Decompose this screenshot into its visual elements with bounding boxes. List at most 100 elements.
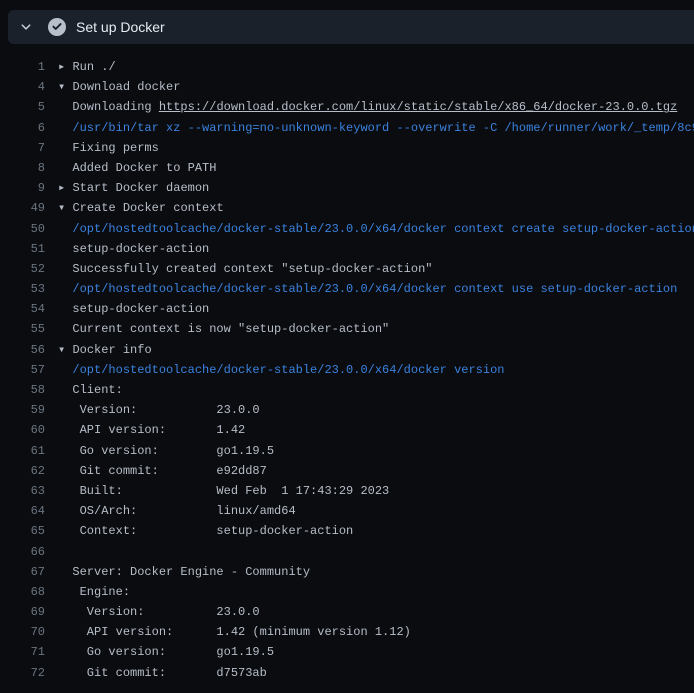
log-line: 54 setup-docker-action	[0, 299, 694, 319]
line-number[interactable]: 56	[0, 340, 45, 360]
line-content: Downloading https://download.docker.com/…	[58, 97, 677, 117]
line-content: Version: 23.0.0	[58, 400, 260, 420]
line-content: ▾ Docker info	[58, 340, 152, 360]
line-content: ▾ Download docker	[58, 77, 180, 97]
log-line: 52 Successfully created context "setup-d…	[0, 259, 694, 279]
log-line: 71 Go version: go1.19.5	[0, 642, 694, 662]
log-line: 5 Downloading https://download.docker.co…	[0, 97, 694, 117]
line-content: /opt/hostedtoolcache/docker-stable/23.0.…	[58, 360, 504, 380]
line-content: Go version: go1.19.5	[58, 441, 274, 461]
line-content: Built: Wed Feb 1 17:43:29 2023	[58, 481, 389, 501]
line-number[interactable]: 60	[0, 420, 45, 440]
log-line[interactable]: 1 ▸ Run ./	[0, 57, 694, 77]
log-line: 66	[0, 542, 694, 562]
line-number[interactable]: 52	[0, 259, 45, 279]
line-content: Server: Docker Engine - Community	[58, 562, 310, 582]
line-number[interactable]: 5	[0, 97, 45, 117]
log-line: 61 Go version: go1.19.5	[0, 441, 694, 461]
log-line: 60 API version: 1.42	[0, 420, 694, 440]
line-content: API version: 1.42 (minimum version 1.12)	[58, 622, 411, 642]
log-viewer: 1▸ Run ./4▾ Download docker5 Downloading…	[0, 44, 694, 683]
line-content: Fixing perms	[58, 138, 159, 158]
log-line: 72 Git commit: d7573ab	[0, 663, 694, 683]
line-number[interactable]: 54	[0, 299, 45, 319]
disclosure-collapsed-icon[interactable]: ▸	[58, 60, 72, 74]
log-line: 50 /opt/hostedtoolcache/docker-stable/23…	[0, 219, 694, 239]
log-line[interactable]: 49▾ Create Docker context	[0, 198, 694, 218]
log-line: 62 Git commit: e92dd87	[0, 461, 694, 481]
line-content: Client:	[58, 380, 123, 400]
check-circle-icon	[48, 18, 66, 36]
line-number[interactable]: 51	[0, 239, 45, 259]
line-content: setup-docker-action	[58, 299, 209, 319]
line-content: /opt/hostedtoolcache/docker-stable/23.0.…	[58, 219, 694, 239]
log-line[interactable]: 56 ▾ Docker info	[0, 340, 694, 360]
line-content: Engine:	[58, 582, 130, 602]
disclosure-expanded-icon[interactable]: ▾	[58, 201, 72, 215]
line-number[interactable]: 63	[0, 481, 45, 501]
line-content: Context: setup-docker-action	[58, 521, 353, 541]
log-line: 55 Current context is now "setup-docker-…	[0, 319, 694, 339]
line-number[interactable]: 72	[0, 663, 45, 683]
line-number[interactable]: 68	[0, 582, 45, 602]
line-number[interactable]: 59	[0, 400, 45, 420]
line-number[interactable]: 61	[0, 441, 45, 461]
line-content: Added Docker to PATH	[58, 158, 216, 178]
chevron-down-icon[interactable]	[20, 21, 32, 33]
log-line[interactable]: 4 ▾ Download docker	[0, 77, 694, 97]
step-header[interactable]: Set up Docker	[8, 10, 694, 44]
line-number[interactable]: 57	[0, 360, 45, 380]
log-line[interactable]: 9▸ Start Docker daemon	[0, 178, 694, 198]
log-line: 65 Context: setup-docker-action	[0, 521, 694, 541]
line-number[interactable]: 69	[0, 602, 45, 622]
line-content: Version: 23.0.0	[58, 602, 260, 622]
line-number[interactable]: 49	[0, 198, 45, 218]
line-number[interactable]: 7	[0, 138, 45, 158]
line-number[interactable]: 55	[0, 319, 45, 339]
disclosure-expanded-icon[interactable]: ▾	[58, 80, 72, 94]
log-line: 58 Client:	[0, 380, 694, 400]
line-number[interactable]: 8	[0, 158, 45, 178]
line-number[interactable]: 65	[0, 521, 45, 541]
line-content: Go version: go1.19.5	[58, 642, 274, 662]
line-content: ▸ Run ./	[58, 57, 116, 77]
line-content	[58, 542, 72, 562]
line-number[interactable]: 9	[0, 178, 45, 198]
line-content: Git commit: d7573ab	[58, 663, 267, 683]
log-line: 63 Built: Wed Feb 1 17:43:29 2023	[0, 481, 694, 501]
line-number[interactable]: 53	[0, 279, 45, 299]
line-number[interactable]: 70	[0, 622, 45, 642]
line-content: /usr/bin/tar xz --warning=no-unknown-key…	[58, 118, 694, 138]
log-link[interactable]: https://download.docker.com/linux/static…	[159, 100, 677, 114]
line-number[interactable]: 4	[0, 77, 45, 97]
line-number[interactable]: 64	[0, 501, 45, 521]
line-number[interactable]: 67	[0, 562, 45, 582]
disclosure-collapsed-icon[interactable]: ▸	[58, 181, 72, 195]
command-text: /opt/hostedtoolcache/docker-stable/23.0.…	[72, 363, 504, 377]
line-number[interactable]: 1	[0, 57, 45, 77]
disclosure-expanded-icon[interactable]: ▾	[58, 343, 72, 357]
command-text: /usr/bin/tar xz --warning=no-unknown-key…	[72, 121, 694, 135]
line-content: Git commit: e92dd87	[58, 461, 267, 481]
line-number[interactable]: 66	[0, 542, 45, 562]
line-content: /opt/hostedtoolcache/docker-stable/23.0.…	[58, 279, 677, 299]
line-number[interactable]: 62	[0, 461, 45, 481]
log-line: 67 Server: Docker Engine - Community	[0, 562, 694, 582]
log-line: 59 Version: 23.0.0	[0, 400, 694, 420]
line-number[interactable]: 71	[0, 642, 45, 662]
log-line: 57 /opt/hostedtoolcache/docker-stable/23…	[0, 360, 694, 380]
log-line: 69 Version: 23.0.0	[0, 602, 694, 622]
line-content: Current context is now "setup-docker-act…	[58, 319, 389, 339]
step-title: Set up Docker	[76, 19, 165, 35]
line-number[interactable]: 6	[0, 118, 45, 138]
line-number[interactable]: 50	[0, 219, 45, 239]
log-line: 64 OS/Arch: linux/amd64	[0, 501, 694, 521]
line-content: Successfully created context "setup-dock…	[58, 259, 432, 279]
log-line: 51 setup-docker-action	[0, 239, 694, 259]
line-content: OS/Arch: linux/amd64	[58, 501, 296, 521]
command-text: /opt/hostedtoolcache/docker-stable/23.0.…	[72, 282, 677, 296]
log-line: 70 API version: 1.42 (minimum version 1.…	[0, 622, 694, 642]
line-number[interactable]: 58	[0, 380, 45, 400]
log-line: 7 Fixing perms	[0, 138, 694, 158]
line-content: API version: 1.42	[58, 420, 245, 440]
